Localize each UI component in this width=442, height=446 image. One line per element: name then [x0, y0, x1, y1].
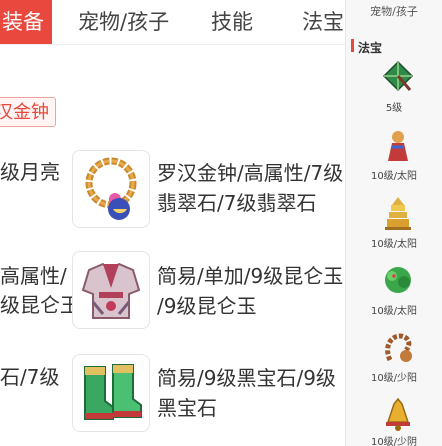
treasure-item-4[interactable]	[374, 262, 424, 306]
bell-icon	[386, 397, 410, 431]
figure-icon	[388, 131, 408, 161]
treasure-label-6: 10级/少阴	[370, 437, 418, 446]
armor-robe-icon	[81, 262, 141, 319]
tab-divider	[0, 44, 345, 45]
tab-treasure[interactable]: 法宝	[302, 0, 344, 44]
row3-left-text: 石/7级	[0, 365, 60, 389]
treasure-item-1[interactable]	[374, 58, 424, 102]
treasure-item-2[interactable]	[374, 127, 424, 171]
treasure-item-3[interactable]	[374, 195, 424, 239]
row2-desc-line2: /9级昆仑玉	[157, 294, 257, 318]
bead-necklace-icon	[85, 157, 137, 220]
row2-left-text-1: 高属性/	[0, 264, 67, 288]
bead-necklace-item[interactable]	[72, 150, 150, 228]
treasure-label-3: 10级/太阳	[370, 239, 418, 250]
row1-left-text: 级月亮	[0, 160, 60, 184]
boots-icon	[84, 364, 142, 420]
armor-robe-item[interactable]	[72, 251, 150, 329]
equipment-panel: 装备 宠物/孩子 技能 法宝 汉金钟 级月亮 罗汉金钟/高属性/7级 翡翠石/7…	[0, 0, 345, 446]
treasure-item-5[interactable]	[374, 330, 424, 374]
sidebar-section-title: 法宝	[358, 41, 383, 55]
umbrella-icon	[382, 60, 414, 92]
tab-pets-children[interactable]: 宠物/孩子	[78, 0, 169, 44]
tab-skills[interactable]: 技能	[211, 0, 253, 44]
treasure-sidebar: 宠物/孩子 法宝 5级 10级/太阳 10级/太阳 10级/太阳 10级/少阳 …	[346, 0, 442, 446]
green-dragon-icon	[385, 267, 411, 293]
rosary-icon	[385, 333, 412, 362]
treasure-label-5: 10级/少阳	[370, 373, 418, 384]
section-marker	[351, 39, 354, 52]
row3-desc-line2: 黑宝石	[157, 396, 217, 420]
row3-desc-line1: 简易/9级黑宝石/9级	[157, 366, 336, 390]
treasure-label-4: 10级/太阳	[370, 306, 418, 317]
tab-equipment[interactable]: 装备	[0, 0, 52, 44]
item-tag[interactable]: 汉金钟	[0, 97, 56, 127]
row2-left-text-2: 级昆仑玉	[0, 293, 80, 317]
sidebar-title[interactable]: 宠物/孩子	[346, 3, 442, 19]
row1-desc-line1: 罗汉金钟/高属性/7级	[157, 161, 344, 185]
tab-bar: 装备 宠物/孩子 技能 法宝	[0, 0, 345, 44]
treasure-label-2: 10级/太阳	[370, 171, 418, 182]
boots-item[interactable]	[72, 354, 150, 432]
pagoda-icon	[385, 197, 411, 230]
row2-desc-line1: 简易/单加/9级昆仑玉	[157, 264, 344, 288]
treasure-label-1: 5级	[385, 103, 403, 114]
row1-desc-line2: 翡翠石/7级翡翠石	[157, 191, 317, 215]
